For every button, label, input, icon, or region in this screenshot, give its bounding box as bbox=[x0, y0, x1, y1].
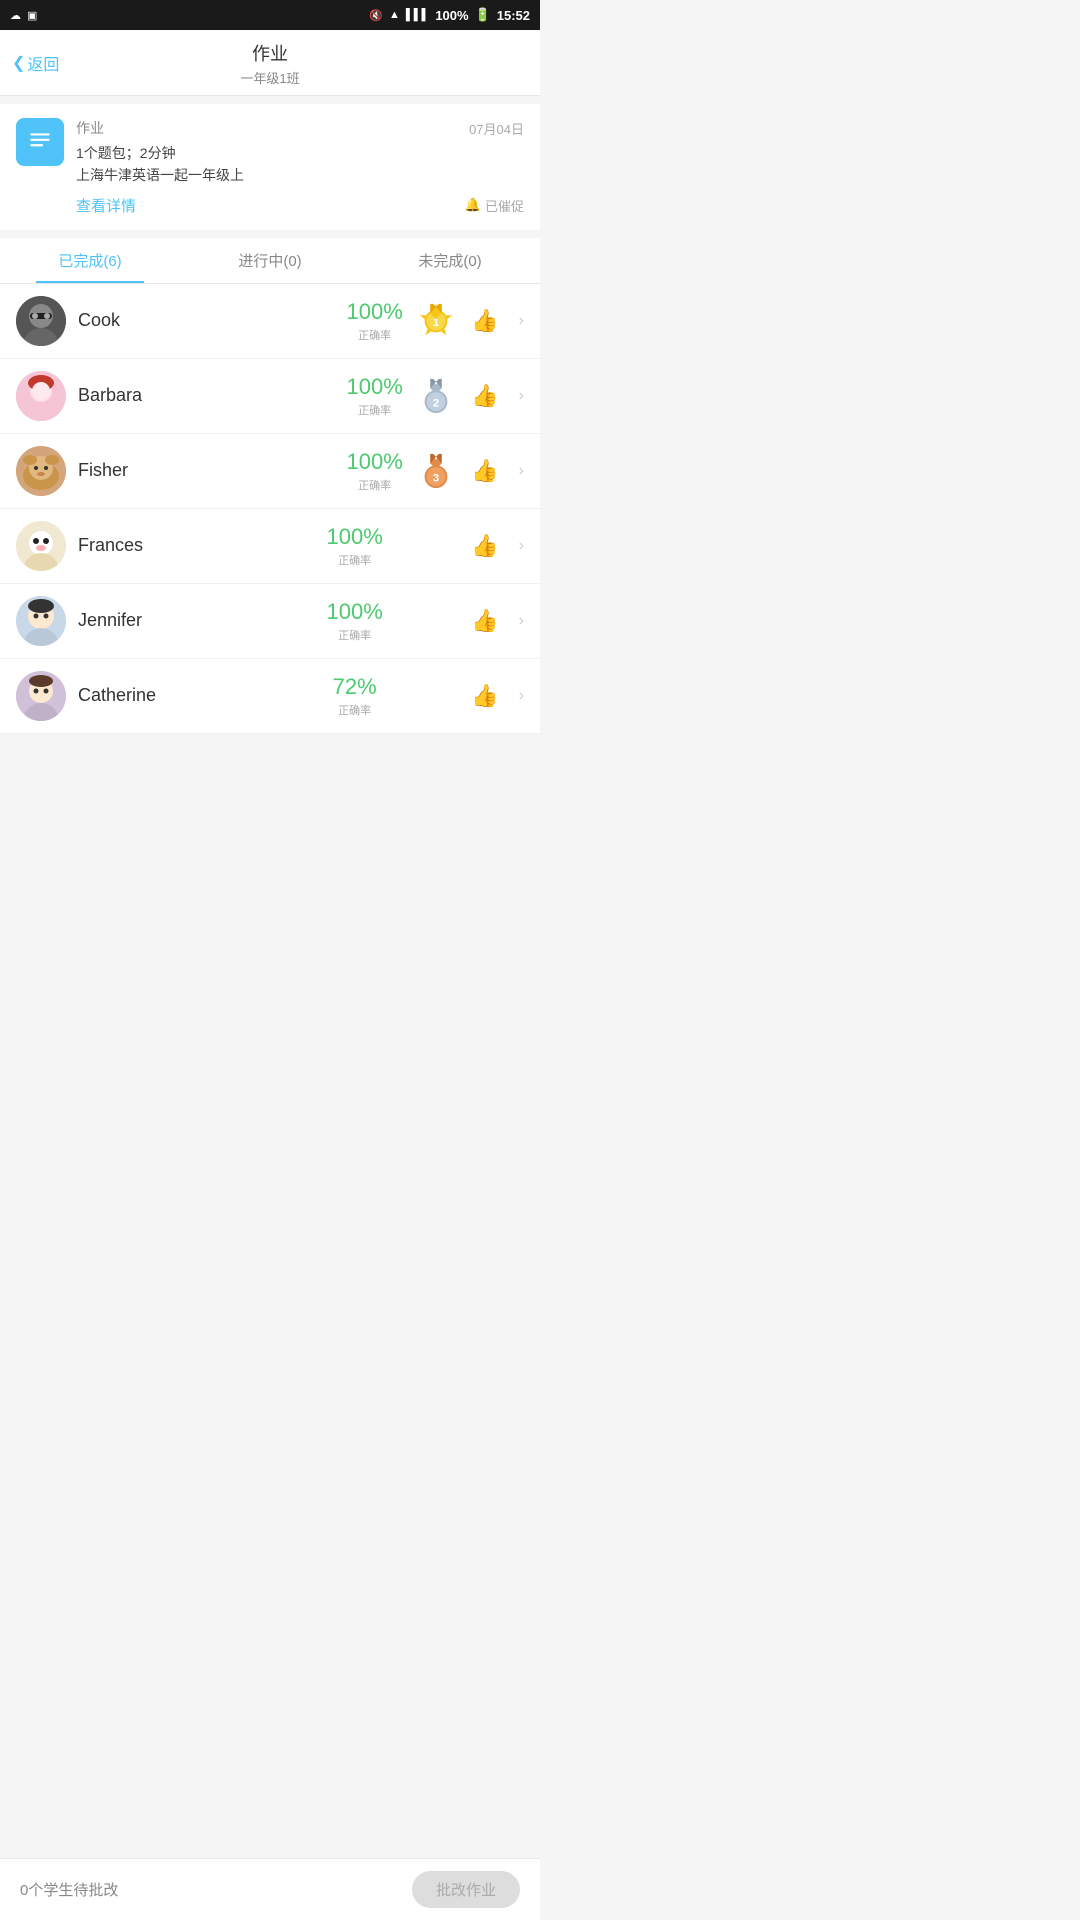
student-row[interactable]: Catherine 72% 正确率 👍 › bbox=[0, 659, 540, 734]
like-button[interactable]: 👍 bbox=[467, 378, 503, 414]
score-label: 正确率 bbox=[345, 327, 405, 343]
chevron-right-icon: › bbox=[519, 537, 524, 555]
gold-medal-icon: 1 bbox=[417, 302, 455, 340]
tab-incomplete[interactable]: 未完成(0) bbox=[360, 238, 540, 283]
no-medal bbox=[407, 527, 445, 565]
student-name: Frances bbox=[78, 535, 313, 556]
battery-icon: 🔋 bbox=[475, 7, 491, 23]
status-bar: ☁ ▣ 🔇 ▲ ▌▌▌ 100% 🔋 15:52 bbox=[0, 0, 540, 30]
page-header: ❮ 返回 作业 一年级1班 bbox=[0, 30, 540, 96]
chevron-right-icon: › bbox=[519, 462, 524, 480]
chevron-right-icon: › bbox=[519, 312, 524, 330]
score-block: 72% 正确率 bbox=[325, 674, 385, 718]
score-label: 正确率 bbox=[325, 627, 385, 643]
student-row[interactable]: Cook 100% 正确率 1 👍 › bbox=[0, 284, 540, 359]
view-detail-link[interactable]: 查看详情 bbox=[76, 195, 136, 216]
score-block: 100% 正确率 bbox=[325, 599, 385, 643]
tab-bar: 已完成(6) 进行中(0) 未完成(0) bbox=[0, 238, 540, 284]
assignment-desc-line1: 1个题包；2分钟 bbox=[76, 142, 524, 164]
like-button[interactable]: 👍 bbox=[467, 528, 503, 564]
tab-completed[interactable]: 已完成(6) bbox=[0, 238, 180, 283]
score-block: 100% 正确率 bbox=[325, 524, 385, 568]
student-row[interactable]: Fisher 100% 正确率 3 👍 › bbox=[0, 434, 540, 509]
score-pct: 100% bbox=[325, 524, 385, 550]
score-pct: 100% bbox=[325, 599, 385, 625]
back-button[interactable]: ❮ 返回 bbox=[12, 51, 59, 75]
tab-ongoing[interactable]: 进行中(0) bbox=[180, 238, 360, 283]
weather-icon: ☁ bbox=[10, 9, 21, 22]
score-pct: 100% bbox=[345, 374, 405, 400]
like-button[interactable]: 👍 bbox=[467, 303, 503, 339]
urge-label: 已催促 bbox=[485, 196, 524, 215]
avatar bbox=[16, 521, 66, 571]
score-pct: 72% bbox=[325, 674, 385, 700]
assignment-header-row: 作业 07月04日 bbox=[76, 118, 524, 138]
chevron-right-icon: › bbox=[519, 387, 524, 405]
chevron-left-icon: ❮ bbox=[12, 53, 25, 73]
chevron-right-icon: › bbox=[519, 612, 524, 630]
student-row[interactable]: Frances 100% 正确率 👍 › bbox=[0, 509, 540, 584]
avatar bbox=[16, 446, 66, 496]
avatar bbox=[16, 596, 66, 646]
student-name: Fisher bbox=[78, 460, 333, 481]
assignment-icon bbox=[16, 118, 64, 166]
score-pct: 100% bbox=[345, 449, 405, 475]
urge-button[interactable]: 🔔 已催促 bbox=[465, 196, 524, 215]
student-name: Barbara bbox=[78, 385, 333, 406]
clock: 15:52 bbox=[497, 8, 530, 23]
avatar bbox=[16, 371, 66, 421]
status-info: 🔇 ▲ ▌▌▌ 100% 🔋 15:52 bbox=[369, 7, 530, 23]
no-medal bbox=[407, 677, 445, 715]
student-name: Jennifer bbox=[78, 610, 313, 631]
score-block: 100% 正确率 bbox=[345, 299, 405, 343]
like-button[interactable]: 👍 bbox=[467, 603, 503, 639]
page-subtitle: 一年级1班 bbox=[0, 68, 540, 87]
score-label: 正确率 bbox=[325, 702, 385, 718]
pending-text: 0个学生待批改 bbox=[20, 1879, 118, 1900]
assignment-desc-line2: 上海牛津英语一起一年级上 bbox=[76, 164, 524, 186]
student-list: Cook 100% 正确率 1 👍 › bbox=[0, 284, 540, 734]
signal-icon: ▌▌▌ bbox=[406, 9, 429, 21]
score-block: 100% 正确率 bbox=[345, 449, 405, 493]
assignment-date: 07月04日 bbox=[469, 119, 524, 138]
student-row[interactable]: Jennifer 100% 正确率 👍 › bbox=[0, 584, 540, 659]
image-icon: ▣ bbox=[27, 9, 37, 22]
student-name: Cook bbox=[78, 310, 333, 331]
no-medal bbox=[407, 602, 445, 640]
score-block: 100% 正确率 bbox=[345, 374, 405, 418]
svg-text:2: 2 bbox=[433, 397, 439, 409]
assignment-actions: 查看详情 🔔 已催促 bbox=[76, 195, 524, 216]
bronze-medal-icon: 3 bbox=[417, 452, 455, 490]
chevron-right-icon: › bbox=[519, 687, 524, 705]
page-title: 作业 bbox=[0, 40, 540, 66]
like-button[interactable]: 👍 bbox=[467, 453, 503, 489]
bell-icon: 🔔 bbox=[465, 197, 481, 213]
svg-text:3: 3 bbox=[433, 472, 439, 484]
assignment-label: 作业 bbox=[76, 118, 104, 138]
assignment-info: 作业 07月04日 1个题包；2分钟 上海牛津英语一起一年级上 查看详情 🔔 已… bbox=[76, 118, 524, 216]
student-name: Catherine bbox=[78, 685, 313, 706]
grade-button[interactable]: 批改作业 bbox=[412, 1871, 520, 1908]
footer-spacer bbox=[0, 734, 540, 774]
avatar bbox=[16, 296, 66, 346]
score-label: 正确率 bbox=[325, 552, 385, 568]
battery-pct: 100% bbox=[435, 8, 468, 23]
score-label: 正确率 bbox=[345, 477, 405, 493]
status-icons: ☁ ▣ bbox=[10, 9, 37, 22]
student-row[interactable]: Barbara 100% 正确率 2 👍 › bbox=[0, 359, 540, 434]
assignment-card: 作业 07月04日 1个题包；2分钟 上海牛津英语一起一年级上 查看详情 🔔 已… bbox=[0, 104, 540, 230]
avatar bbox=[16, 671, 66, 721]
silver-medal-icon: 2 bbox=[417, 377, 455, 415]
wifi-icon: ▲ bbox=[389, 9, 400, 21]
like-button[interactable]: 👍 bbox=[467, 678, 503, 714]
footer: 0个学生待批改 批改作业 bbox=[0, 1858, 540, 1920]
score-pct: 100% bbox=[345, 299, 405, 325]
back-label: 返回 bbox=[27, 51, 59, 75]
mute-icon: 🔇 bbox=[369, 9, 383, 22]
score-label: 正确率 bbox=[345, 402, 405, 418]
